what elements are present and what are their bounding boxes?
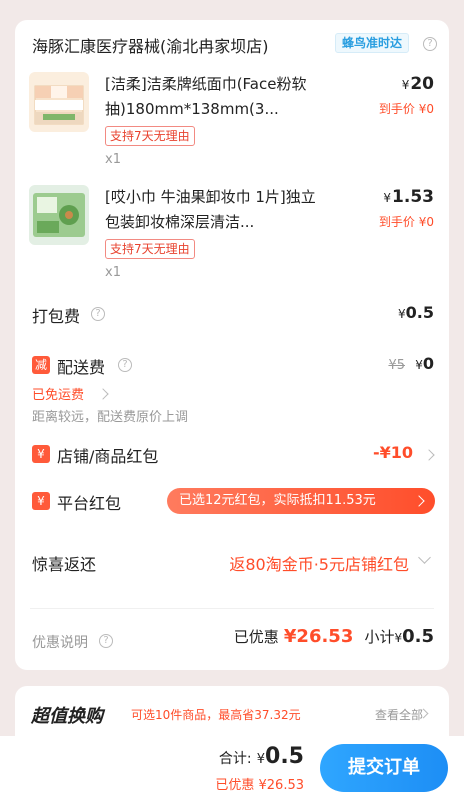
return-policy-tag: 支持7天无理由 <box>105 126 195 146</box>
checkout-bar: 合计: ¥0.5 已优惠 ¥26.53 提交订单 <box>0 736 464 800</box>
store-coupon-label[interactable]: 店铺/商品红包 <box>57 443 158 467</box>
coupon-badge-icon: ¥ <box>32 492 50 510</box>
platform-coupon-selector[interactable]: 已选12元红包，实际抵扣11.53元 <box>167 488 435 514</box>
coupon-badge-icon: ¥ <box>32 445 50 463</box>
product-quantity: x1 <box>105 152 121 167</box>
final-price: 到手价 ¥0 <box>378 102 434 116</box>
delivery-service-badge: 蜂鸟准时达 <box>335 33 410 53</box>
discount-value: ¥26.53 <box>283 626 354 647</box>
divider <box>30 608 434 609</box>
packing-fee-label: 打包费 <box>32 307 81 326</box>
delivery-original-fee: ¥5 <box>388 358 405 373</box>
discount-label: 已优惠 <box>233 628 279 646</box>
delivery-fee-note: 距离较远，配送费原价上调 <box>32 410 189 425</box>
chevron-right-icon[interactable] <box>97 388 109 400</box>
help-icon[interactable]: ? <box>423 37 437 51</box>
free-shipping-link[interactable]: 已免运费 <box>32 384 84 403</box>
store-coupon-value[interactable]: -¥10 <box>373 443 413 462</box>
product-price: ¥20 <box>401 74 434 94</box>
deal-banner-subtitle: 可选10件商品，最高省37.32元 <box>131 708 301 722</box>
delivery-fee-label: 配送费 <box>57 358 106 377</box>
subtotal-label: 小计 <box>364 628 395 646</box>
packing-fee-help-icon[interactable]: ? <box>91 307 105 321</box>
store-name[interactable]: 海豚汇康医疗器械(渝北冉家坝店) <box>32 33 269 57</box>
order-card: 海豚汇康医疗器械(渝北冉家坝店) 蜂鸟准时达 ? [洁柔]洁柔牌纸面巾(Face… <box>15 20 449 670</box>
return-policy-tag: 支持7天无理由 <box>105 239 195 259</box>
surprise-return-value[interactable]: 返80淘金币·5元店铺红包 <box>229 551 409 575</box>
surprise-return-label: 惊喜返还 <box>32 555 97 574</box>
platform-coupon-label[interactable]: 平台红包 <box>57 490 121 514</box>
view-all-link[interactable]: 查看全部 <box>375 706 423 723</box>
footer-discount: 已优惠 ¥26.53 <box>215 778 304 793</box>
chevron-right-icon[interactable] <box>423 449 435 461</box>
discount-explanation-label[interactable]: 优惠说明 <box>32 632 88 652</box>
discount-badge-icon: 减 <box>32 356 50 374</box>
submit-order-button[interactable]: 提交订单 <box>320 744 448 792</box>
product-image[interactable] <box>29 185 89 245</box>
packing-fee-value: ¥0.5 <box>398 303 434 322</box>
chevron-right-icon <box>413 495 425 507</box>
product-title[interactable]: [哎小巾 牛油果卸妆巾 1片]独立包装卸妆棉深层清洁... <box>105 185 320 235</box>
product-image[interactable] <box>29 72 89 132</box>
total-amount: 合计: ¥0.5 <box>218 744 304 769</box>
product-item[interactable]: [洁柔]洁柔牌纸面巾(Face粉软抽)180mm*138mm(3... 支持7天… <box>15 72 449 182</box>
final-price: 到手价 ¥0 <box>378 215 434 229</box>
product-price: ¥1.53 <box>383 187 434 207</box>
discount-help-icon[interactable]: ? <box>99 634 113 648</box>
chevron-down-icon[interactable] <box>418 551 431 564</box>
delivery-fee-help-icon[interactable]: ? <box>118 358 132 372</box>
product-quantity: x1 <box>105 265 121 280</box>
order-summary: 已优惠 ¥26.53 小计¥0.5 <box>233 626 434 647</box>
deal-banner-title: 超值换购 <box>31 706 103 727</box>
delivery-fee-value: ¥0 <box>415 354 434 373</box>
product-item[interactable]: [哎小巾 牛油果卸妆巾 1片]独立包装卸妆棉深层清洁... 支持7天无理由 x1… <box>15 185 449 295</box>
product-title[interactable]: [洁柔]洁柔牌纸面巾(Face粉软抽)180mm*138mm(3... <box>105 72 320 122</box>
subtotal-value: 0.5 <box>402 626 434 647</box>
